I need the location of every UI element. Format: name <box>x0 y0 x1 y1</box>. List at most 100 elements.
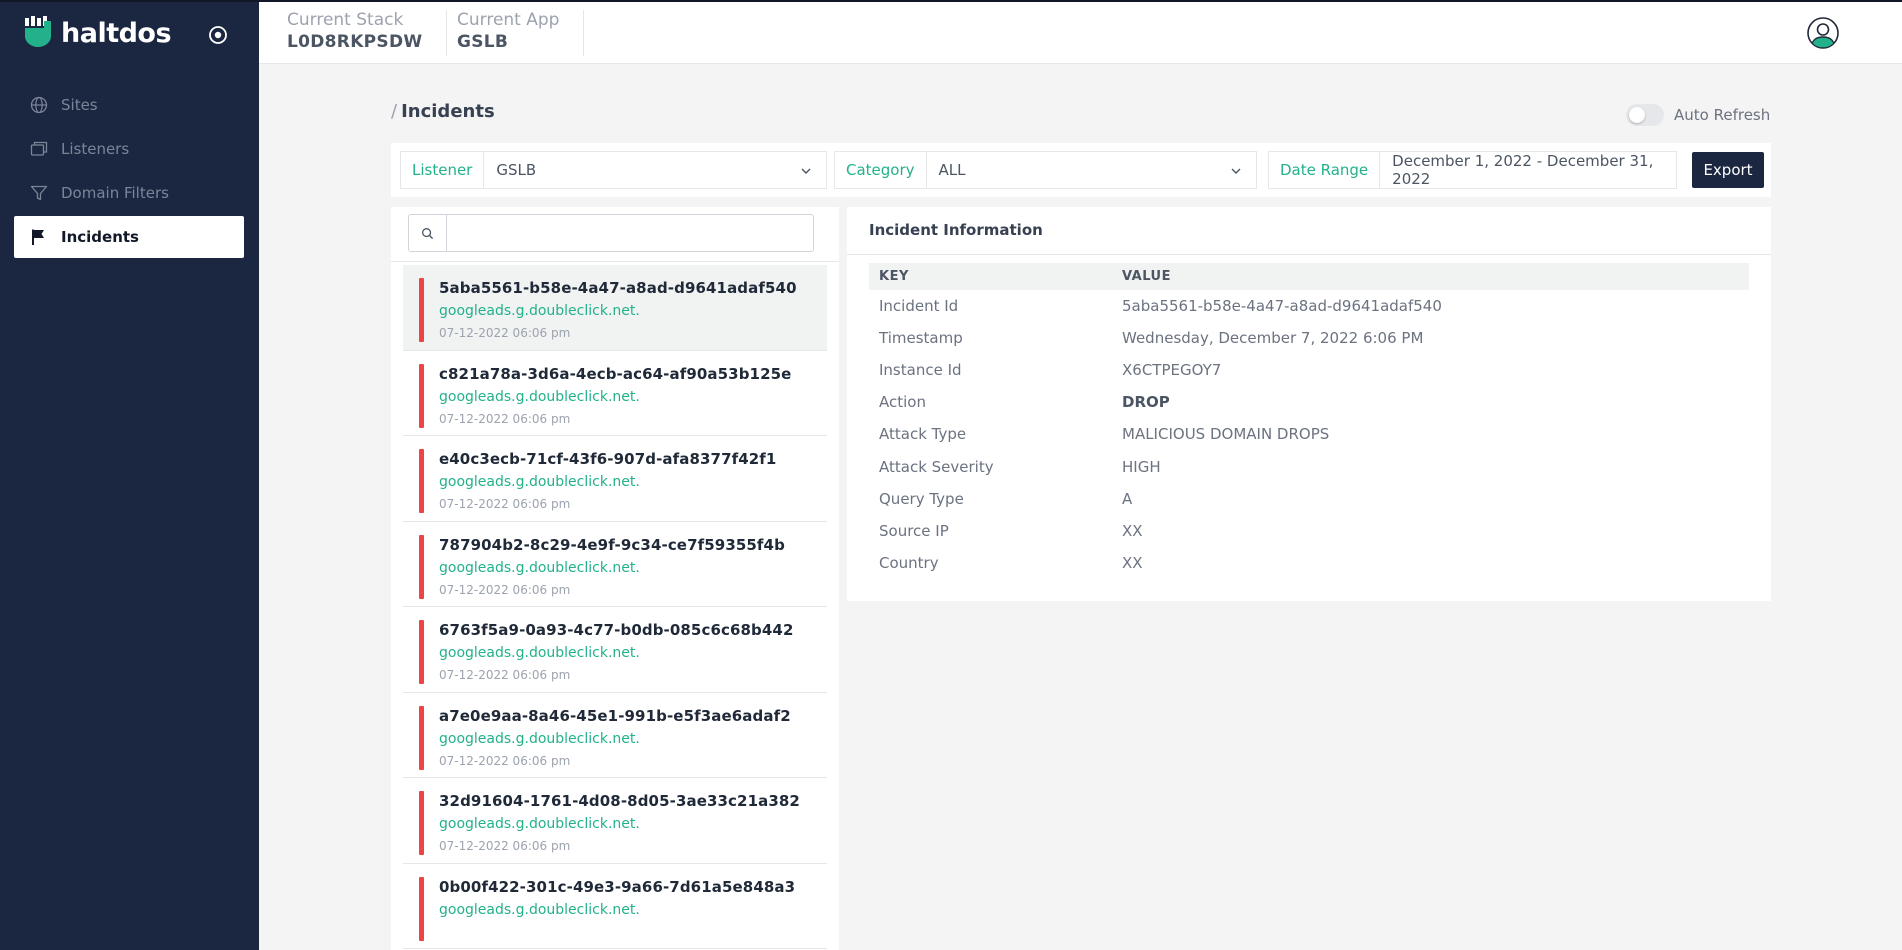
incident-id: 32d91604-1761-4d08-8d05-3ae33c21a382 <box>439 792 800 810</box>
incident-detail-panel: Incident Information KEY VALUE Incident … <box>847 207 1771 601</box>
search-icon <box>409 215 447 251</box>
row-value: X6CTPEGOY7 <box>1122 361 1222 380</box>
incident-domain: googleads.g.doubleclick.net. <box>439 645 640 661</box>
severity-indicator <box>419 876 424 941</box>
incident-domain: googleads.g.doubleclick.net. <box>439 730 640 747</box>
list-item[interactable]: 6763f5a9-0a93-4c77-b0db-085c6c68b442 goo… <box>403 607 827 693</box>
listener-select[interactable]: Listener GSLB <box>400 151 827 189</box>
date-range-label: Date Range <box>1269 152 1381 188</box>
table-row: Source IP XX <box>869 515 1749 547</box>
incident-domain: googleads.g.doubleclick.net. <box>439 303 640 319</box>
incident-timestamp: 07-12-2022 06:06 pm <box>439 839 571 853</box>
incident-timestamp: 07-12-2022 06:06 pm <box>439 582 571 597</box>
list-item[interactable]: c821a78a-3d6a-4ecb-ac64-af90a53b125e goo… <box>403 351 827 436</box>
listener-value[interactable]: GSLB <box>484 152 826 188</box>
incident-domain: googleads.g.doubleclick.net. <box>439 388 640 405</box>
list-item[interactable]: 787904b2-8c29-4e9f-9c34-ce7f59355f4b goo… <box>403 522 827 607</box>
list-item[interactable]: 5aba5561-b58e-4a47-a8ad-d9641adaf540 goo… <box>403 265 827 351</box>
current-stack-value: L0D8RKPSDW <box>287 32 423 52</box>
windows-icon <box>30 140 48 158</box>
user-avatar-icon[interactable] <box>1807 17 1839 49</box>
list-item[interactable]: 0b00f422-301c-49e3-9a66-7d61a5e848a3 goo… <box>403 864 827 949</box>
severity-indicator <box>419 620 424 684</box>
incident-domain: googleads.g.doubleclick.net. <box>439 559 640 576</box>
severity-indicator <box>419 449 424 513</box>
current-stack-selector[interactable]: Current Stack L0D8RKPSDW <box>259 10 448 56</box>
toggle-knob <box>1629 107 1645 123</box>
sidebar-item-sites[interactable]: Sites <box>14 84 244 126</box>
chevron-down-icon <box>1231 168 1241 174</box>
table-row: Instance Id X6CTPEGOY7 <box>869 354 1749 386</box>
auto-refresh-toggle[interactable] <box>1626 104 1664 126</box>
row-key: Source IP <box>879 521 949 540</box>
globe-icon <box>30 96 48 114</box>
auto-refresh-control: Auto Refresh <box>1626 104 1770 126</box>
brand[interactable]: haltdos <box>24 16 172 50</box>
current-app-value: GSLB <box>457 32 509 52</box>
row-value: MALICIOUS DOMAIN DROPS <box>1122 425 1330 444</box>
severity-indicator <box>419 791 424 855</box>
current-app-selector[interactable]: Current App GSLB <box>429 10 585 56</box>
row-key: Query Type <box>879 489 964 508</box>
export-button[interactable]: Export <box>1692 152 1764 188</box>
severity-indicator <box>419 363 424 428</box>
sidebar-item-listeners[interactable]: Listeners <box>14 128 244 170</box>
breadcrumb-separator: / <box>391 101 398 122</box>
search-box <box>408 214 814 252</box>
key-column-header: KEY <box>869 263 1112 290</box>
table-row: Attack Severity HIGH <box>869 450 1749 482</box>
current-app-label: Current App <box>457 10 560 30</box>
list-item[interactable]: a7e0e9aa-8a46-45e1-991b-e5f3ae6adaf2 goo… <box>403 693 827 778</box>
row-key: Country <box>879 553 939 572</box>
sidebar-item-label: Sites <box>61 96 98 114</box>
list-item[interactable]: e40c3ecb-71cf-43f6-907d-afa8377f42f1 goo… <box>403 436 827 522</box>
incident-timestamp: 07-12-2022 06:06 pm <box>439 668 571 682</box>
severity-indicator <box>419 534 424 599</box>
listener-value-text: GSLB <box>496 161 537 179</box>
top-border <box>0 0 1902 2</box>
incident-id: c821a78a-3d6a-4ecb-ac64-af90a53b125e <box>439 364 792 383</box>
incident-domain: googleads.g.doubleclick.net. <box>439 474 640 490</box>
incident-timestamp: 07-12-2022 06:06 pm <box>439 411 571 426</box>
filter-icon <box>30 184 48 202</box>
table-row: Query Type A <box>869 483 1749 515</box>
row-value: HIGH <box>1122 457 1161 476</box>
list-item[interactable]: 32d91604-1761-4d08-8d05-3ae33c21a382 goo… <box>403 778 827 864</box>
incident-timestamp: 07-12-2022 06:06 pm <box>439 753 571 768</box>
incident-id: 6763f5a9-0a93-4c77-b0db-085c6c68b442 <box>439 621 794 639</box>
brand-name: haltdos <box>61 17 172 49</box>
category-value-text: ALL <box>938 161 966 179</box>
detail-title: Incident Information <box>869 221 1043 239</box>
category-select[interactable]: Category ALL <box>834 151 1257 189</box>
sidebar: haltdos Sites Listeners Domain Filters I… <box>0 0 259 950</box>
incident-domain: googleads.g.doubleclick.net. <box>439 816 640 832</box>
top-header: Current Stack L0D8RKPSDW Current App GSL… <box>259 2 1902 64</box>
incident-list: 5aba5561-b58e-4a47-a8ad-d9641adaf540 goo… <box>403 265 827 949</box>
divider <box>391 261 839 262</box>
sidebar-item-incidents[interactable]: Incidents <box>14 216 244 258</box>
category-value[interactable]: ALL <box>927 152 1256 188</box>
table-row: Timestamp Wednesday, December 7, 2022 6:0… <box>869 322 1749 354</box>
sidebar-toggle-icon[interactable] <box>207 24 229 46</box>
sidebar-item-label: Incidents <box>61 228 139 246</box>
row-key: Timestamp <box>879 329 963 348</box>
haltdos-logo-icon <box>25 16 51 47</box>
row-key: Incident Id <box>879 297 959 316</box>
severity-indicator <box>419 705 424 770</box>
row-key: Action <box>879 393 926 412</box>
category-label: Category <box>835 152 927 188</box>
current-stack-label: Current Stack <box>287 10 404 30</box>
incident-id: a7e0e9aa-8a46-45e1-991b-e5f3ae6adaf2 <box>439 706 791 725</box>
incident-id: 0b00f422-301c-49e3-9a66-7d61a5e848a3 <box>439 877 796 896</box>
incident-id: 787904b2-8c29-4e9f-9c34-ce7f59355f4b <box>439 535 785 554</box>
row-key: Attack Severity <box>879 457 994 476</box>
search-input[interactable] <box>447 215 813 251</box>
table-row: Action DROP <box>869 386 1749 418</box>
sidebar-item-label: Listeners <box>61 140 130 158</box>
auto-refresh-label: Auto Refresh <box>1674 106 1771 124</box>
date-range-value[interactable]: December 1, 2022 - December 31, 2022 <box>1380 152 1676 188</box>
date-range-picker[interactable]: Date Range December 1, 2022 - December 3… <box>1268 151 1677 189</box>
sidebar-item-domain-filters[interactable]: Domain Filters <box>14 172 244 214</box>
incident-id: e40c3ecb-71cf-43f6-907d-afa8377f42f1 <box>439 450 777 468</box>
row-value: XX <box>1122 521 1143 540</box>
